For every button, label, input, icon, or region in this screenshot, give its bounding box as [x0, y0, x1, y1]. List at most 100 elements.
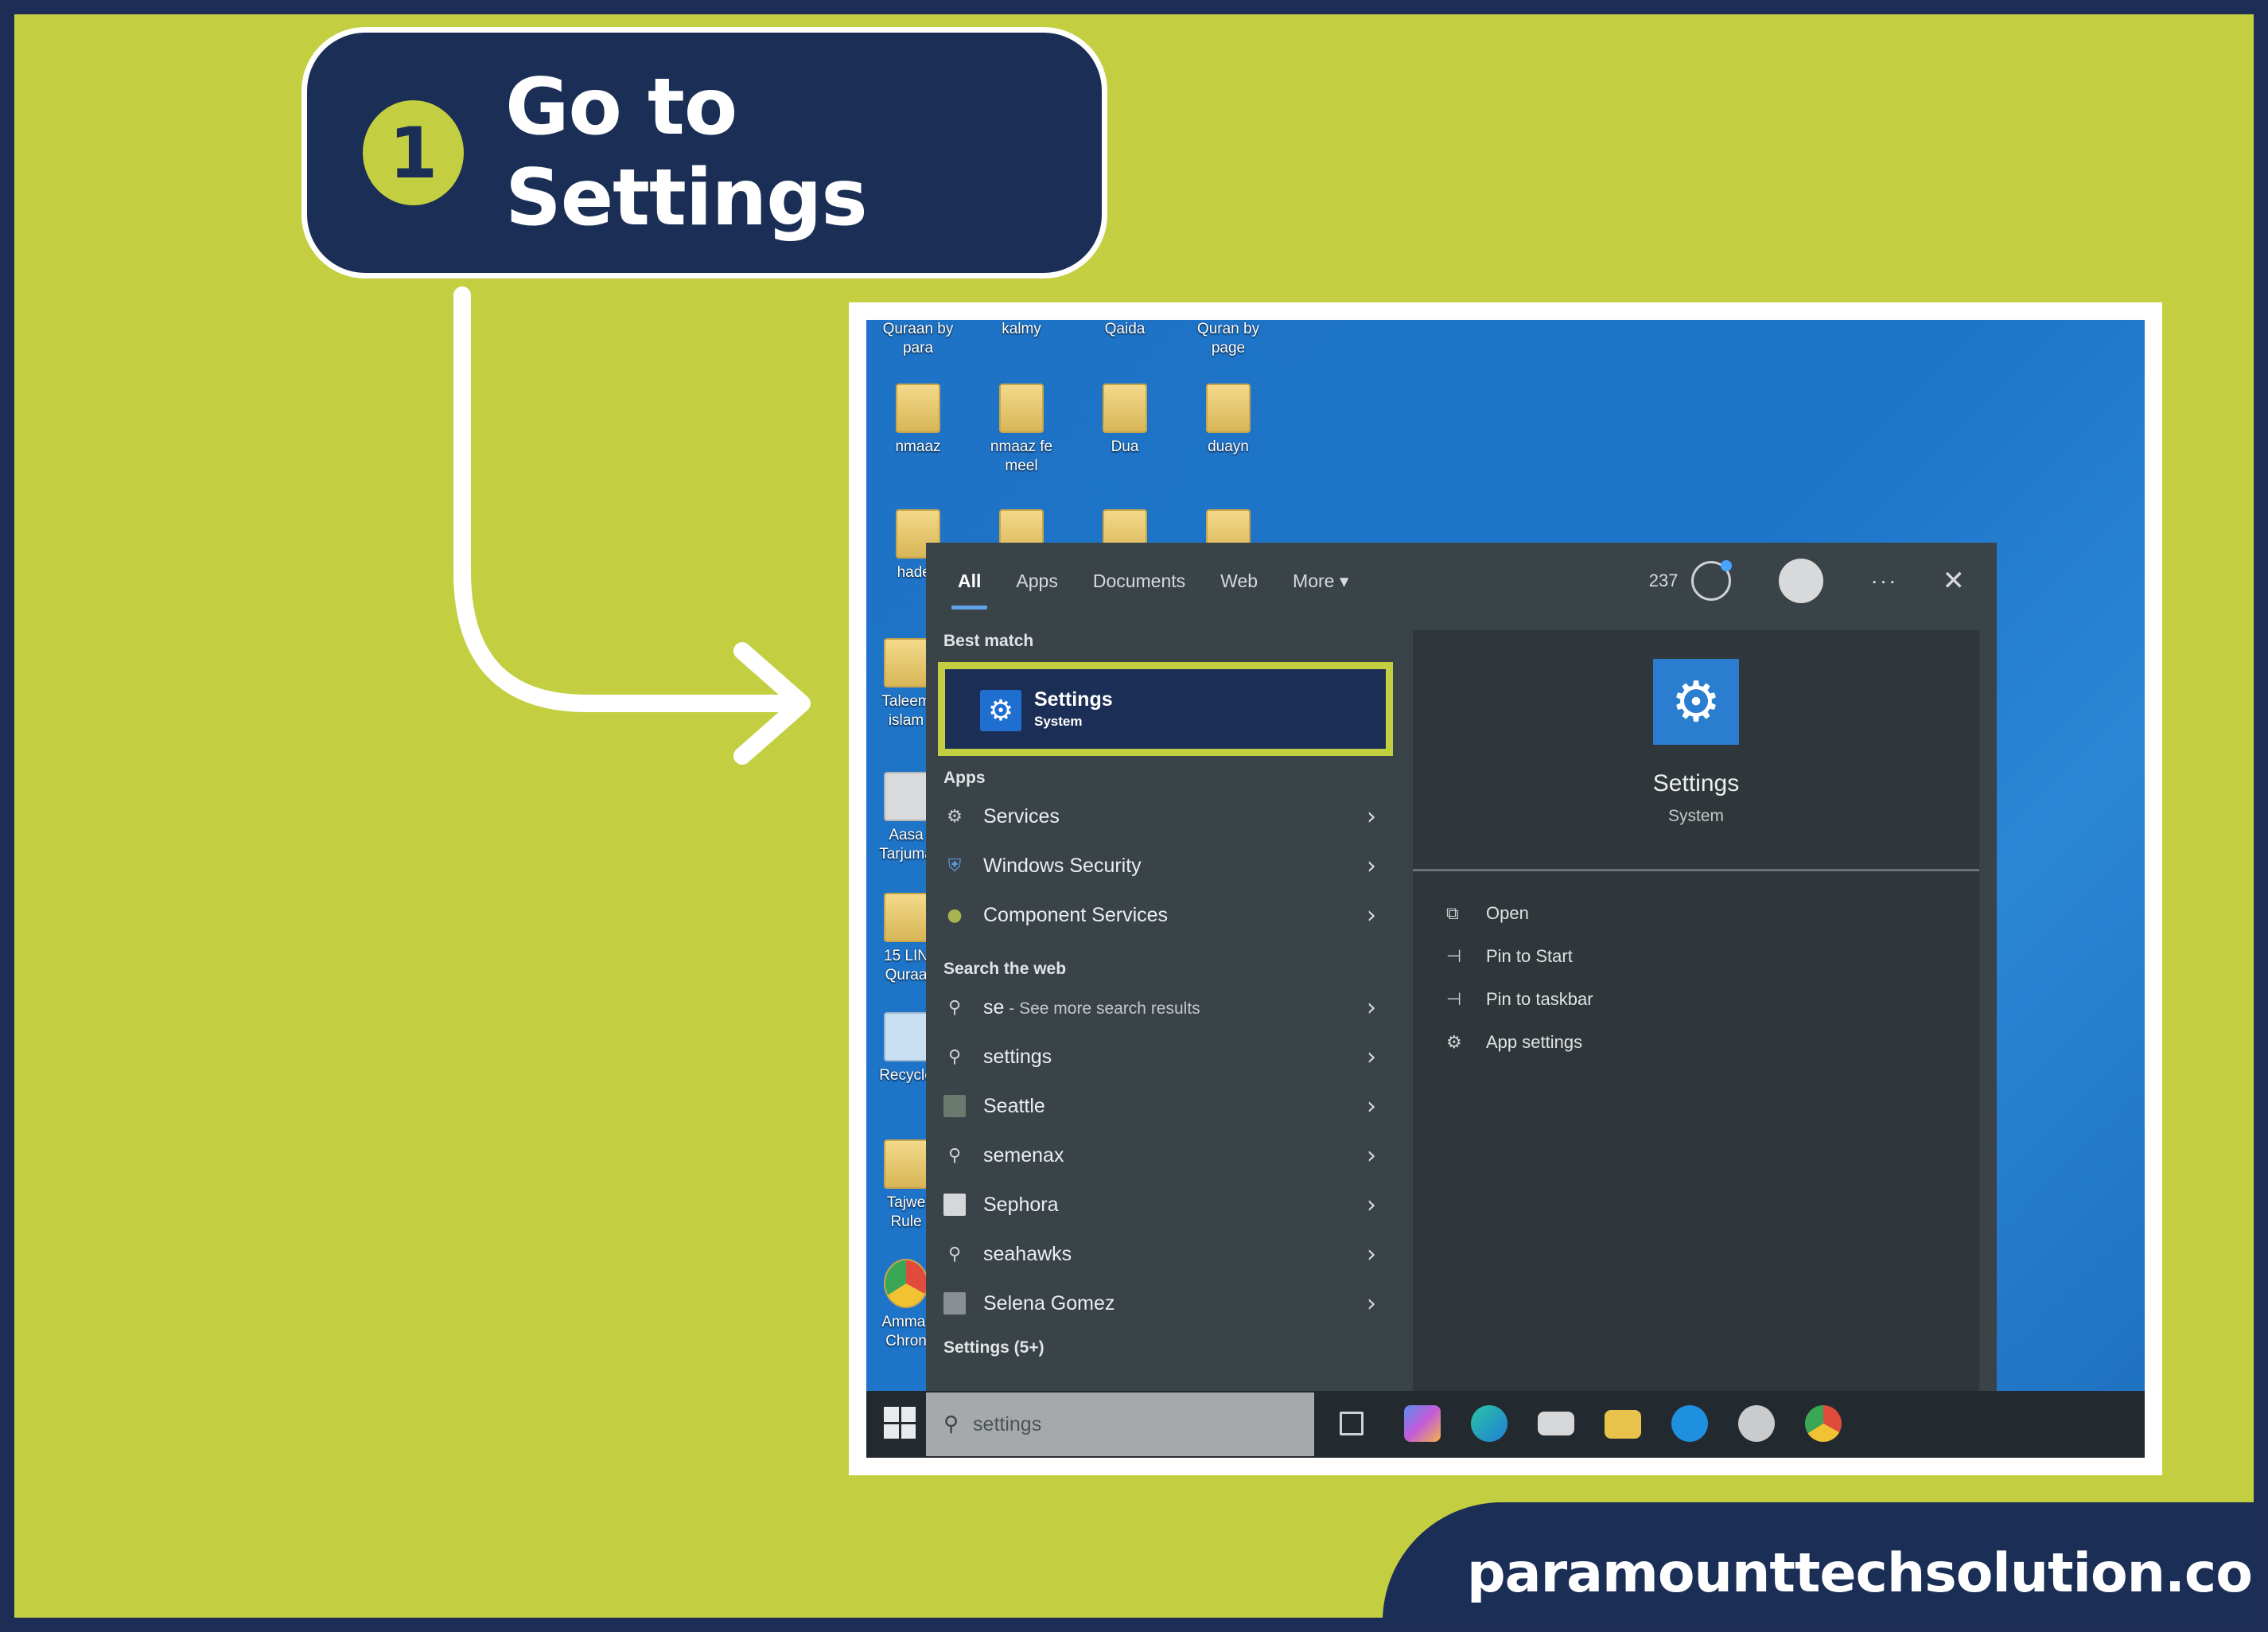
more-options-icon[interactable]: ··· [1871, 568, 1898, 594]
desktop-icon[interactable]: nmaaz fe meel [978, 384, 1065, 476]
best-match-heading: Best match [943, 632, 1034, 650]
result-label: Services [983, 804, 1060, 828]
result-label: Component Services [983, 903, 1169, 926]
action-open[interactable]: ⧉ Open [1446, 898, 1529, 929]
search-icon: ⚲ [947, 997, 962, 1018]
chevron-right-icon[interactable]: › [1367, 1142, 1376, 1170]
web-result[interactable]: Seattle › [926, 1084, 1403, 1128]
action-app-settings[interactable]: ⚙ App settings [1446, 1026, 1582, 1058]
chevron-right-icon[interactable]: › [1367, 902, 1376, 929]
flyout-toolbar: 237 ··· ✕ [1649, 559, 1966, 603]
action-pin-to-taskbar[interactable]: ⊣ Pin to taskbar [1446, 983, 1593, 1015]
tab-more-label: More [1293, 570, 1335, 591]
app-icon[interactable] [1738, 1405, 1775, 1442]
desktop-icon[interactable]: Quraan by para [874, 320, 962, 358]
chrome-icon [884, 1259, 928, 1308]
desktop-icon[interactable]: Qaida [1081, 320, 1169, 339]
chevron-right-icon[interactable]: › [1367, 1093, 1376, 1120]
desktop-icon[interactable]: duayn [1185, 384, 1272, 457]
settings-count-heading[interactable]: Settings (5+) [943, 1338, 1045, 1357]
tab-web[interactable]: Web [1220, 571, 1258, 592]
website-url[interactable]: paramounttechsolution.com [1467, 1542, 2254, 1605]
web-result[interactable]: ⚲ settings › [926, 1034, 1403, 1079]
tab-more[interactable]: More ▾ [1293, 571, 1348, 592]
web-query: semenax [983, 1143, 1064, 1167]
web-result[interactable]: ⚲ semenax › [926, 1133, 1403, 1178]
desktop-icon[interactable]: Dua [1081, 384, 1169, 457]
chevron-right-icon[interactable]: › [1367, 1290, 1376, 1318]
search-web-heading: Search the web [943, 960, 1067, 978]
chevron-right-icon[interactable]: › [1367, 1043, 1376, 1071]
action-pin-to-start[interactable]: ⊣ Pin to Start [1446, 941, 1573, 972]
chevron-right-icon[interactable]: › [1367, 803, 1376, 831]
web-query: Seattle [983, 1094, 1045, 1117]
shield-icon: ⛨ [947, 855, 962, 876]
settings-gear-icon: ⚙ [1653, 659, 1739, 745]
gear-icon: ⚙ [1446, 1032, 1462, 1052]
services-icon: ⚙ [947, 806, 963, 827]
step-title: Go to Settings [505, 62, 868, 243]
windows-desktop: Quraan by para kalmy Qaida Quran by page… [866, 320, 2145, 1458]
action-label: App settings [1486, 1032, 1583, 1052]
action-label: Open [1486, 903, 1529, 923]
search-icon: ⚲ [943, 1412, 959, 1436]
desktop-icon[interactable]: kalmy [978, 320, 1065, 339]
windows-start-icon[interactable] [884, 1407, 916, 1439]
taskbar-search-box[interactable]: ⚲ settings [926, 1392, 1314, 1456]
tutorial-canvas: 1 Go to Settings Quraan by para kalmy Qa… [14, 14, 2254, 1618]
avatar[interactable] [1778, 559, 1823, 603]
pin-icon: ⊣ [1446, 946, 1462, 966]
folder-icon [884, 1139, 928, 1189]
chrome-icon[interactable] [1805, 1405, 1842, 1442]
rewards-icon[interactable] [1690, 560, 1732, 601]
chevron-right-icon[interactable]: › [1367, 1191, 1376, 1219]
taskbar: ⚲ settings [866, 1391, 2145, 1458]
thumbnail-icon [943, 1292, 966, 1315]
action-label: Pin to Start [1486, 946, 1573, 966]
pdf-icon [884, 772, 928, 821]
folder-icon [896, 384, 940, 433]
web-result[interactable]: Sephora › [926, 1182, 1403, 1227]
desktop-icon-label: Quran by page [1196, 321, 1260, 356]
web-result[interactable]: ⚲ seahawks › [926, 1232, 1403, 1276]
web-result[interactable]: Selena Gomez › [926, 1281, 1403, 1326]
app-result-services[interactable]: ⚙ Services › [926, 794, 1403, 839]
web-result-label: se - See more search results [983, 996, 1200, 1019]
chevron-right-icon[interactable]: › [1367, 1241, 1376, 1268]
taskbar-search-value: settings [973, 1412, 1042, 1435]
step-callout: 1 Go to Settings [301, 27, 1107, 278]
step-number-badge: 1 [363, 100, 465, 205]
best-match-settings[interactable]: ⚙ Settings System [938, 662, 1393, 756]
best-match-title: Settings [1034, 688, 1113, 711]
thumbnail-icon [943, 1194, 966, 1216]
tab-apps[interactable]: Apps [1016, 571, 1057, 592]
chevron-right-icon[interactable]: › [1367, 994, 1376, 1022]
app-result-windows-security[interactable]: ⛨ Windows Security › [926, 843, 1403, 888]
web-query: Sephora [983, 1193, 1059, 1216]
divider [1413, 869, 1979, 871]
web-result[interactable]: ⚲ se - See more search results › [926, 985, 1403, 1030]
mail-icon[interactable] [1538, 1412, 1574, 1435]
copilot-icon[interactable] [1404, 1405, 1441, 1442]
result-label: Windows Security [983, 854, 1142, 877]
task-view-icon[interactable] [1340, 1412, 1364, 1435]
search-icon: ⚲ [947, 1046, 962, 1067]
recycle-bin-icon [884, 1012, 928, 1061]
desktop-icon[interactable]: nmaaz [874, 384, 962, 457]
tab-all[interactable]: All [951, 571, 988, 610]
close-icon[interactable]: ✕ [1943, 565, 1966, 597]
tab-documents[interactable]: Documents [1093, 571, 1185, 592]
edge-icon[interactable] [1471, 1405, 1507, 1442]
file-explorer-icon[interactable] [1605, 1410, 1641, 1439]
desktop-icon[interactable]: Quran by page [1185, 320, 1272, 358]
component-services-icon: ● [947, 905, 963, 925]
skype-icon[interactable] [1671, 1405, 1708, 1442]
desktop-icon-label: Dua [1111, 438, 1139, 455]
desktop-icon-label: Qaida [1104, 321, 1146, 337]
app-result-component-services[interactable]: ● Component Services › [926, 893, 1403, 937]
folder-icon [1103, 384, 1147, 433]
chevron-down-icon: ▾ [1339, 570, 1349, 591]
folder-icon [999, 384, 1044, 433]
chevron-right-icon[interactable]: › [1367, 852, 1376, 880]
web-query: seahawks [983, 1242, 1072, 1265]
